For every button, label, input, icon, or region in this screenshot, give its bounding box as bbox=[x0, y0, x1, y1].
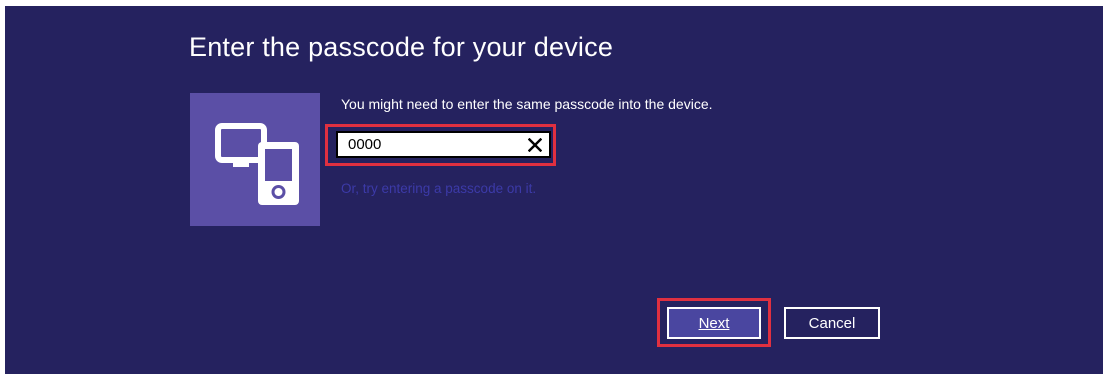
next-button-label: Next bbox=[698, 314, 730, 332]
cancel-button[interactable]: Cancel bbox=[784, 307, 880, 339]
cancel-button-label: Cancel bbox=[808, 314, 856, 332]
close-icon[interactable] bbox=[525, 134, 545, 155]
pairing-dialog: Enter the passcode for your device You m… bbox=[5, 6, 1103, 374]
next-button[interactable]: Next bbox=[667, 307, 761, 339]
page-title: Enter the passcode for your device bbox=[189, 32, 614, 62]
passcode-input[interactable] bbox=[338, 133, 518, 156]
device-tile bbox=[190, 93, 320, 226]
enter-on-device-link[interactable]: Or, try entering a passcode on it. bbox=[341, 181, 536, 196]
instruction-text: You might need to enter the same passcod… bbox=[341, 96, 713, 112]
passcode-field[interactable] bbox=[336, 131, 551, 158]
devices-icon bbox=[215, 123, 299, 205]
